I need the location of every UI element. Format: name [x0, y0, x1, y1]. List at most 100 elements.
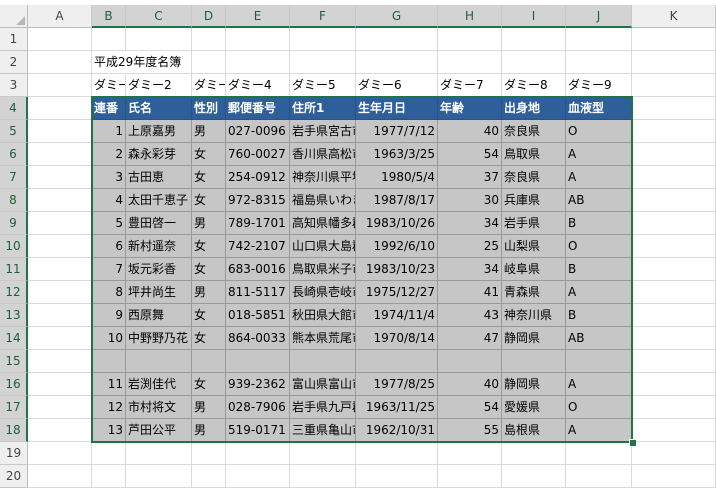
cell-H13[interactable]: 43: [438, 304, 502, 327]
cell-J17[interactable]: O: [566, 396, 632, 419]
cell-E4[interactable]: 郵便番号: [226, 97, 290, 120]
cell-H17[interactable]: 54: [438, 396, 502, 419]
cell-A14[interactable]: [28, 327, 92, 350]
cell-J6[interactable]: A: [566, 143, 632, 166]
row-header-5[interactable]: 5: [0, 120, 28, 143]
cell-H4[interactable]: 年齢: [438, 97, 502, 120]
cell-A6[interactable]: [28, 143, 92, 166]
cell-K4[interactable]: [632, 97, 716, 120]
cell-I11[interactable]: 岐阜県: [502, 258, 566, 281]
cell-B8[interactable]: 4: [92, 189, 126, 212]
cell-K3[interactable]: [632, 74, 716, 97]
cell-F10[interactable]: 山口県大島郡: [290, 235, 356, 258]
cell-D15[interactable]: [192, 350, 226, 373]
cell-B1[interactable]: [92, 28, 126, 51]
cell-A13[interactable]: [28, 304, 92, 327]
cell-F19[interactable]: [290, 442, 356, 465]
cell-I6[interactable]: 鳥取県: [502, 143, 566, 166]
cell-G10[interactable]: 1992/6/10: [356, 235, 438, 258]
cell-E12[interactable]: 811-5117: [226, 281, 290, 304]
cell-B14[interactable]: 10: [92, 327, 126, 350]
cell-G2[interactable]: [356, 51, 438, 74]
column-header-F[interactable]: F: [290, 5, 356, 28]
cell-C14[interactable]: 中野野乃花: [126, 327, 192, 350]
cell-B10[interactable]: 6: [92, 235, 126, 258]
cell-E19[interactable]: [226, 442, 290, 465]
cell-K18[interactable]: [632, 419, 716, 442]
cell-H3[interactable]: ダミー7: [438, 74, 502, 97]
cell-H14[interactable]: 47: [438, 327, 502, 350]
cell-I9[interactable]: 岩手県: [502, 212, 566, 235]
cell-E15[interactable]: [226, 350, 290, 373]
cell-K11[interactable]: [632, 258, 716, 281]
cell-K15[interactable]: [632, 350, 716, 373]
cell-D13[interactable]: 女: [192, 304, 226, 327]
cell-C17[interactable]: 市村将文: [126, 396, 192, 419]
cell-I4[interactable]: 出身地: [502, 97, 566, 120]
cell-C7[interactable]: 古田恵: [126, 166, 192, 189]
cell-H7[interactable]: 37: [438, 166, 502, 189]
cell-K19[interactable]: [632, 442, 716, 465]
cell-B12[interactable]: 8: [92, 281, 126, 304]
cell-B6[interactable]: 2: [92, 143, 126, 166]
cell-I15[interactable]: [502, 350, 566, 373]
column-header-A[interactable]: A: [28, 5, 92, 28]
cell-D7[interactable]: 女: [192, 166, 226, 189]
row-header-15[interactable]: 15: [0, 350, 28, 373]
cell-A16[interactable]: [28, 373, 92, 396]
cell-C10[interactable]: 新村遥奈: [126, 235, 192, 258]
cell-I8[interactable]: 兵庫県: [502, 189, 566, 212]
cell-J5[interactable]: O: [566, 120, 632, 143]
cell-F9[interactable]: 高知県幡多郡: [290, 212, 356, 235]
cell-C13[interactable]: 西原舞: [126, 304, 192, 327]
cell-E13[interactable]: 018-5851: [226, 304, 290, 327]
cell-G14[interactable]: 1970/8/14: [356, 327, 438, 350]
cell-E14[interactable]: 864-0033: [226, 327, 290, 350]
cell-G19[interactable]: [356, 442, 438, 465]
row-header-1[interactable]: 1: [0, 28, 28, 51]
cell-J19[interactable]: [566, 442, 632, 465]
cell-A17[interactable]: [28, 396, 92, 419]
row-header-2[interactable]: 2: [0, 51, 28, 74]
cell-J13[interactable]: B: [566, 304, 632, 327]
cell-K9[interactable]: [632, 212, 716, 235]
cell-C18[interactable]: 芦田公平: [126, 419, 192, 442]
cell-G18[interactable]: 1962/10/31: [356, 419, 438, 442]
row-header-6[interactable]: 6: [0, 143, 28, 166]
cell-I2[interactable]: [502, 51, 566, 74]
cell-D2[interactable]: [192, 51, 226, 74]
cell-J1[interactable]: [566, 28, 632, 51]
cell-G3[interactable]: ダミー6: [356, 74, 438, 97]
cell-G17[interactable]: 1963/11/25: [356, 396, 438, 419]
cell-F7[interactable]: 神奈川県平塚市: [290, 166, 356, 189]
column-header-J[interactable]: J: [566, 5, 632, 28]
cell-K7[interactable]: [632, 166, 716, 189]
row-header-19[interactable]: 19: [0, 442, 28, 465]
cell-K10[interactable]: [632, 235, 716, 258]
cell-D6[interactable]: 女: [192, 143, 226, 166]
row-header-18[interactable]: 18: [0, 419, 28, 442]
cell-I17[interactable]: 愛媛県: [502, 396, 566, 419]
cell-G6[interactable]: 1963/3/25: [356, 143, 438, 166]
cell-K16[interactable]: [632, 373, 716, 396]
cell-I5[interactable]: 奈良県: [502, 120, 566, 143]
cell-D8[interactable]: 女: [192, 189, 226, 212]
cell-D16[interactable]: 女: [192, 373, 226, 396]
cell-B17[interactable]: 12: [92, 396, 126, 419]
cell-C1[interactable]: [126, 28, 192, 51]
cell-B4[interactable]: 連番: [92, 97, 126, 120]
row-header-17[interactable]: 17: [0, 396, 28, 419]
cell-C4[interactable]: 氏名: [126, 97, 192, 120]
cell-H6[interactable]: 54: [438, 143, 502, 166]
cell-I3[interactable]: ダミー8: [502, 74, 566, 97]
cell-C6[interactable]: 森永彩芽: [126, 143, 192, 166]
cell-H12[interactable]: 41: [438, 281, 502, 304]
cell-D1[interactable]: [192, 28, 226, 51]
cell-J8[interactable]: AB: [566, 189, 632, 212]
cell-A19[interactable]: [28, 442, 92, 465]
cell-G16[interactable]: 1977/8/25: [356, 373, 438, 396]
cell-E16[interactable]: 939-2362: [226, 373, 290, 396]
cell-D5[interactable]: 男: [192, 120, 226, 143]
cell-I16[interactable]: 静岡県: [502, 373, 566, 396]
row-header-8[interactable]: 8: [0, 189, 28, 212]
